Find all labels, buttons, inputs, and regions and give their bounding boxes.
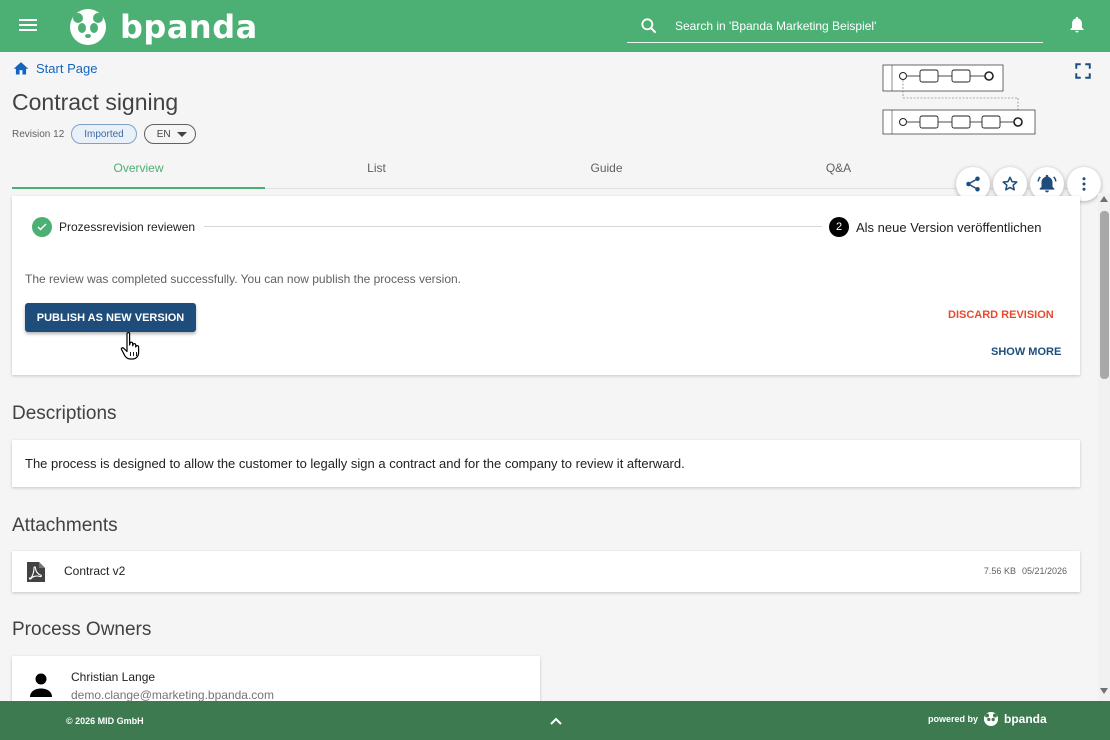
powered-by: powered by bpanda <box>928 712 1047 726</box>
check-icon <box>32 217 52 237</box>
scroll-thumb[interactable] <box>1100 211 1109 379</box>
tab-guide[interactable]: Guide <box>480 148 733 188</box>
revision-label: Revision 12 <box>12 128 65 140</box>
publish-button[interactable]: PUBLISH AS NEW VERSION <box>25 303 196 332</box>
process-owners-heading: Process Owners <box>12 619 152 640</box>
home-icon <box>13 62 29 75</box>
review-card: Prozessrevision reviewen 2 Als neue Vers… <box>12 196 1080 375</box>
pdf-file-icon <box>27 562 45 582</box>
attachments-heading: Attachments <box>12 515 118 536</box>
review-message: The review was completed successfully. Y… <box>25 272 462 286</box>
step-review-label: Prozessrevision reviewen <box>59 220 196 234</box>
process-diagram-thumbnail[interactable] <box>882 62 1036 136</box>
stepper-connector <box>204 226 822 227</box>
panda-logo-icon <box>984 712 999 726</box>
powered-by-label: powered by <box>928 714 979 724</box>
brand-name: bpanda <box>120 8 258 46</box>
attachment-meta: 7.56 KB 05/21/2026 <box>984 566 1067 576</box>
fullscreen-icon[interactable] <box>1074 62 1092 80</box>
step-number: 2 <box>829 217 849 237</box>
status-badge: Imported <box>71 124 137 144</box>
descriptions-heading: Descriptions <box>12 403 117 424</box>
panda-logo-icon <box>70 9 106 45</box>
star-icon <box>1002 176 1018 191</box>
share-icon <box>966 176 980 192</box>
tab-overview[interactable]: Overview <box>12 148 265 189</box>
tab-qa[interactable]: Q&A <box>712 148 965 188</box>
discard-revision-button[interactable]: DISCARD REVISION <box>948 309 1054 321</box>
bell-icon <box>1037 174 1057 193</box>
tab-list[interactable]: List <box>250 148 503 188</box>
attachment-size: 7.56 KB <box>983 566 1016 576</box>
tab-bar: Overview List Guide Q&A <box>12 148 1080 189</box>
app-logo[interactable]: bpanda <box>70 8 258 46</box>
top-app-bar: bpanda <box>0 0 1110 52</box>
process-meta: Revision 12 Imported EN <box>12 124 196 144</box>
page-title: Contract signing <box>12 89 179 115</box>
scroll-down-arrow-icon[interactable] <box>1100 688 1108 694</box>
step-review: Prozessrevision reviewen <box>32 217 195 237</box>
attachment-item[interactable]: Contract v2 7.56 KB 05/21/2026 <box>12 551 1080 592</box>
search-input[interactable] <box>675 19 1035 33</box>
show-more-button[interactable]: SHOW MORE <box>991 346 1061 358</box>
chevron-up-icon[interactable] <box>550 716 562 726</box>
step-publish: 2 Als neue Version veröffentlichen <box>829 217 1042 237</box>
language-value: EN <box>156 128 171 140</box>
scroll-up-arrow-icon[interactable] <box>1100 196 1108 202</box>
search-icon <box>641 18 657 34</box>
copyright: © 2026 MID GmbH <box>66 716 144 726</box>
owner-name: Christian Lange <box>71 670 156 684</box>
owner-email: demo.clange@marketing.bpanda.com <box>71 688 274 702</box>
more-vert-icon <box>1082 177 1086 191</box>
search-bar[interactable] <box>627 10 1043 43</box>
step-publish-label: Als neue Version veröffentlichen <box>856 219 1042 235</box>
notification-bell-icon[interactable] <box>1068 14 1086 36</box>
footer: © 2026 MID GmbH powered by bpanda <box>0 701 1110 740</box>
breadcrumb-start-page[interactable]: Start Page <box>36 61 97 76</box>
hand-cursor-icon <box>120 332 140 360</box>
person-icon <box>30 673 52 697</box>
description-card: The process is designed to allow the cus… <box>12 440 1080 487</box>
attachment-name[interactable]: Contract v2 <box>64 564 125 578</box>
attachment-date: 05/21/2026 <box>1021 566 1067 576</box>
footer-brand: bpanda <box>1004 712 1047 726</box>
vertical-scrollbar[interactable] <box>1098 193 1110 701</box>
menu-icon[interactable] <box>18 16 40 36</box>
breadcrumb[interactable]: Start Page <box>12 60 97 76</box>
chevron-down-icon <box>176 131 187 137</box>
language-select[interactable]: EN <box>143 124 196 144</box>
description-text: The process is designed to allow the cus… <box>25 456 685 471</box>
